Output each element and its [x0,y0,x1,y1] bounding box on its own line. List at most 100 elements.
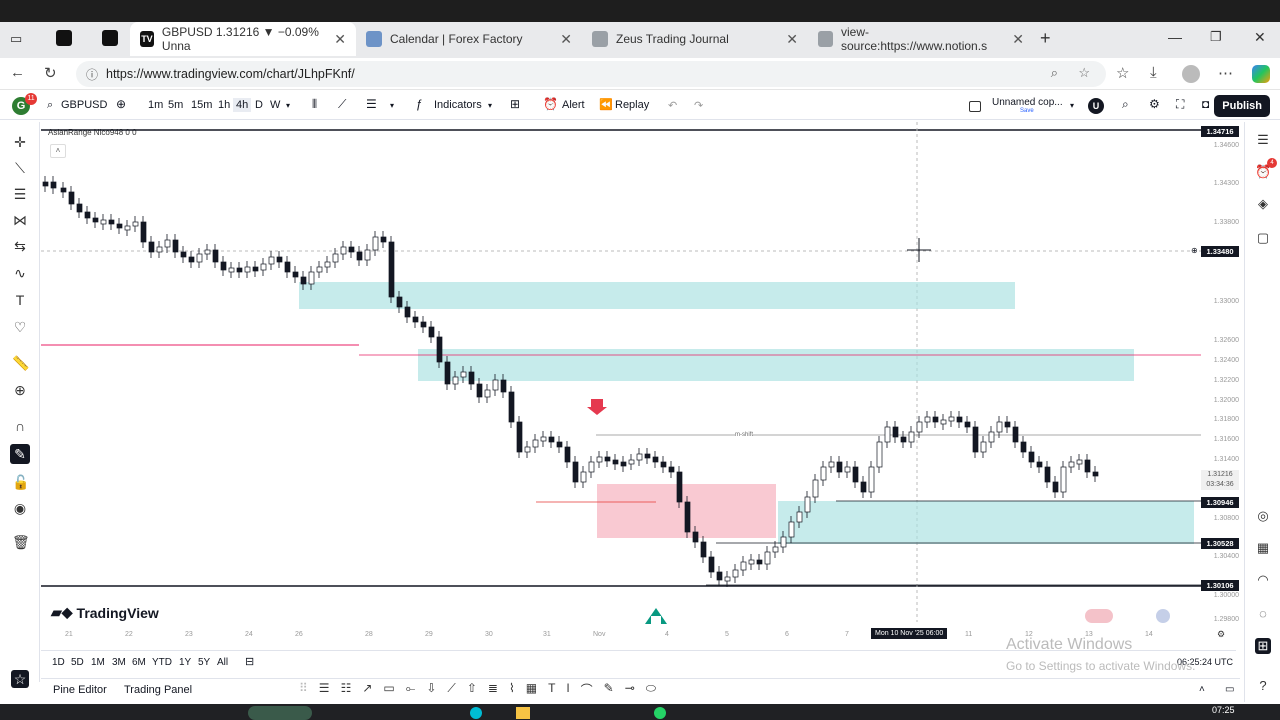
interval-15m[interactable]: 15m [191,99,212,111]
eye-icon[interactable]: ◉ [12,500,28,516]
close-icon[interactable]: ✕ [1012,31,1024,48]
event-flag-icon[interactable] [1085,609,1113,623]
tab-tradingview[interactable]: TV GBPUSD 1.31216 ▼ −0.09% Unna ✕ [130,22,356,56]
apps-icon[interactable]: ⊞ [1255,638,1271,654]
range-5d[interactable]: 5D [71,657,84,668]
copilot-icon[interactable] [1252,65,1270,83]
grid-icon[interactable]: ▦ [526,681,537,698]
ruler-icon[interactable]: 📏 [12,355,29,371]
tab-forexfactory[interactable]: Calendar | Forex Factory ✕ [356,24,582,54]
pinned-tab-icon[interactable] [102,30,118,46]
curve-icon[interactable]: ⌒ [581,681,593,698]
refresh-icon[interactable]: ↻ [44,64,57,82]
layout-icon[interactable] [969,101,981,112]
trend-line-icon[interactable]: ⟋ [447,681,455,698]
favorites-icon[interactable]: ☆ [11,670,29,688]
indicators-icon[interactable]: ƒ [416,97,423,111]
chevron-down-icon[interactable]: ▾ [286,101,290,110]
horizontal-ray-icon[interactable]: ⟜ [406,681,416,698]
undo-icon[interactable]: ↶ [668,99,677,112]
date-range-icon[interactable]: ⊟ [245,655,254,668]
range-6m[interactable]: 6M [132,657,146,668]
symbol-search[interactable]: GBPUSD [61,99,107,111]
zoom-icon[interactable]: ⌕ [1051,65,1058,81]
calendar-icon[interactable]: ▦ [1255,540,1271,556]
line-chart-icon[interactable]: ⟋ [338,97,346,112]
range-1m[interactable]: 1M [91,657,105,668]
chevron-down-icon[interactable]: ▾ [488,101,492,110]
crosshair-icon[interactable]: ✛ [12,134,28,150]
event-flag-icon[interactable] [1156,609,1170,623]
lock-icon[interactable]: 🔓 [12,474,29,490]
tradingview-logo[interactable]: ▰◆ TradingView [51,604,159,621]
range-all[interactable]: All [217,657,228,668]
watchlist-icon[interactable]: ☰ [1255,132,1271,148]
camera-icon[interactable]: ◘ [1202,97,1209,111]
interval-4h[interactable]: 4h [233,98,252,112]
arrow-up-icon[interactable]: ⇧ [467,681,477,698]
maximize-panel-icon[interactable]: ▭ [1225,684,1234,695]
alert-icon[interactable]: ⏰ [543,97,558,111]
interval-1m[interactable]: 1m [148,99,163,111]
avatar[interactable]: U [1088,98,1104,114]
chevron-down-icon[interactable]: ▾ [390,101,394,110]
interval-d[interactable]: D [255,99,263,111]
downloads-icon[interactable]: ⤓ [1150,64,1157,81]
fullscreen-icon[interactable]: ⛶ [1176,97,1184,112]
range-3m[interactable]: 3M [112,657,126,668]
taskbar-app-icon[interactable] [470,707,482,719]
search-icon[interactable]: ⌕ [47,99,53,112]
parallel-channel-icon[interactable]: ≣ [488,681,498,698]
interval-5m[interactable]: 5m [168,99,183,111]
fib-icon[interactable]: ☰ [12,186,28,202]
brush-icon[interactable]: ∿ [12,265,28,281]
pine-editor-tab[interactable]: Pine Editor [53,684,107,696]
broadcast-icon[interactable]: ◠ [1255,572,1271,588]
zigzag-icon[interactable]: ⌇ [509,681,515,698]
more-icon[interactable]: ⋯ [1218,64,1233,82]
minimize-icon[interactable]: — [1168,29,1182,45]
range-1d[interactable]: 1D [52,657,65,668]
list-icon[interactable]: ☰ [366,97,377,111]
trash-icon[interactable]: 🗑 [12,534,30,550]
magnet-icon[interactable]: ∩ [12,418,28,434]
layout-name[interactable]: Unnamed cop... [992,97,1063,108]
indicators-button[interactable]: Indicators [434,99,482,111]
range-5y[interactable]: 5Y [198,657,210,668]
range-1y[interactable]: 1Y [179,657,191,668]
pattern-icon[interactable]: ⋈ [12,212,28,228]
new-tab-icon[interactable]: + [1040,28,1051,49]
profile-icon[interactable] [1182,65,1200,83]
pen-icon[interactable]: ✎ [604,681,614,698]
fib-extension-icon[interactable]: ☷ [341,681,352,698]
interval-w[interactable]: W [270,99,280,111]
target-icon[interactable]: ◎ [1255,508,1271,524]
close-icon[interactable]: ✕ [334,31,346,48]
publish-button[interactable]: Publish [1214,95,1270,117]
range-ytd[interactable]: YTD [152,657,172,668]
interval-1h[interactable]: 1h [218,99,230,111]
trading-panel-tab[interactable]: Trading Panel [124,684,192,696]
measure-icon[interactable]: ⊸ [625,681,635,698]
rectangle-icon[interactable]: ▭ [383,681,394,698]
back-icon[interactable]: ← [10,64,25,81]
alert-button[interactable]: Alert [562,99,585,111]
chart-pane[interactable]: AsianRange Nico948 0 0 ˄ m-shift ▰◆ Trad… [41,122,1201,650]
price-scale[interactable]: 1.34600 1.34300 1.33800 1.33000 1.32600 1.324… [1191,122,1243,650]
tab-zeus-journal[interactable]: Zeus Trading Journal ✕ [582,24,808,54]
favorites-icon[interactable]: ☆ [1116,64,1129,82]
vertical-line-icon[interactable]: ǀ [566,681,569,698]
close-icon[interactable]: ✕ [560,31,572,48]
templates-icon[interactable]: ⊞ [510,97,520,111]
help-icon[interactable]: ? [1255,678,1271,694]
forecast-icon[interactable]: ⇆ [12,238,28,254]
time-settings-icon[interactable]: ⚙ [1217,629,1225,640]
favorite-star-icon[interactable]: ☆ [1078,65,1090,81]
add-alert-icon[interactable]: ⊕ [1191,246,1201,257]
tab-actions-icon[interactable]: ▭ [10,31,22,47]
tab-view-source[interactable]: view-source:https://www.notion.s ✕ [808,24,1034,54]
replay-button[interactable]: Replay [615,99,649,111]
zoom-in-icon[interactable]: ⊕ [12,382,28,398]
text-tool-icon[interactable]: T [548,681,555,698]
candles-icon[interactable]: ⫴ [312,97,317,112]
